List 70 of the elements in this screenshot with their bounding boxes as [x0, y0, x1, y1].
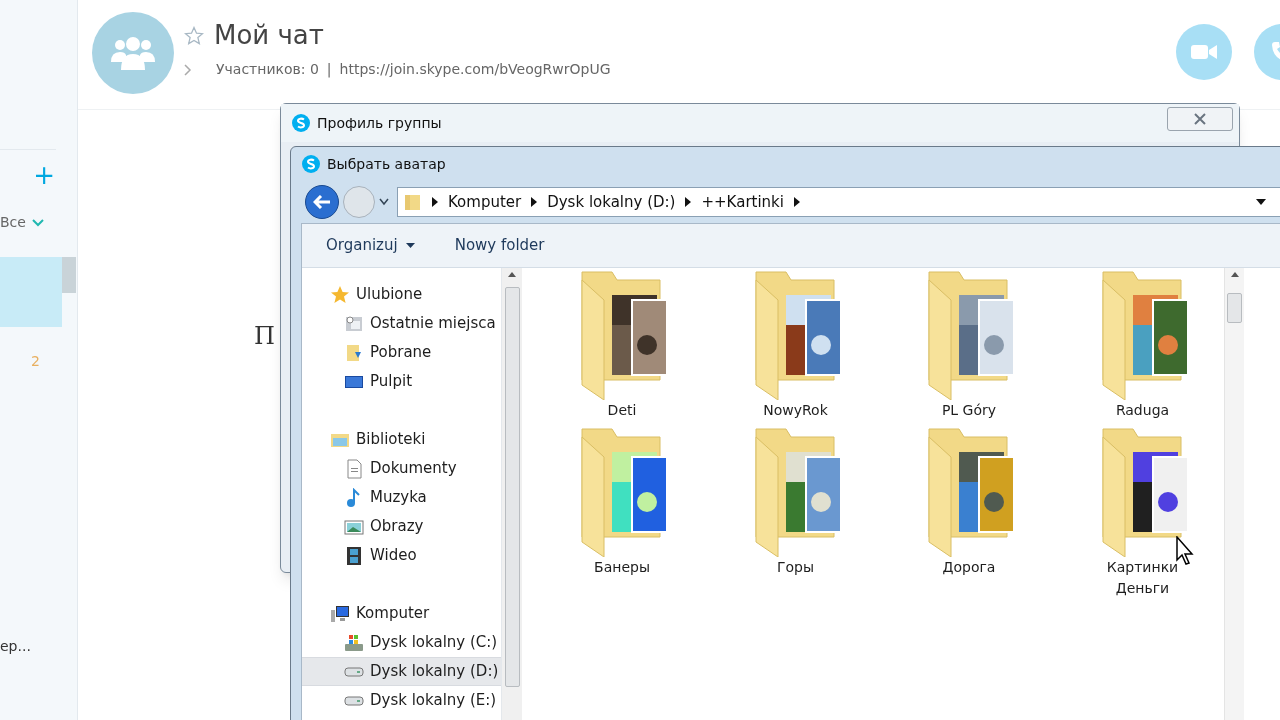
- nav-item[interactable]: Pulpit: [302, 367, 501, 396]
- filter-dropdown[interactable]: Все: [0, 212, 26, 233]
- participant-count: Участников: 0: [216, 60, 319, 79]
- separator: |: [326, 60, 332, 80]
- toolbar-button[interactable]: Organizuj: [326, 234, 415, 257]
- caret-right-icon[interactable]: [685, 197, 692, 208]
- chat-title: Мой чат: [214, 19, 324, 52]
- folder-item[interactable]: Картинки Деньги: [1066, 427, 1219, 599]
- scrollbar-thumb[interactable]: [1227, 293, 1242, 323]
- chevron-down-icon: [31, 218, 44, 227]
- drive-icon: [344, 666, 364, 677]
- star-outline-icon[interactable]: [184, 25, 204, 46]
- folder-item[interactable]: PL Góry: [893, 270, 1045, 421]
- scroll-up-icon[interactable]: [1230, 272, 1239, 277]
- nav-item[interactable]: Muzyka: [302, 483, 501, 512]
- folder-item[interactable]: Deti: [546, 270, 698, 421]
- nav-item[interactable]: Ostatnie miejsca: [302, 309, 501, 338]
- nav-item[interactable]: Biblioteki: [302, 425, 501, 454]
- film-icon: [344, 545, 364, 566]
- folder-item[interactable]: Дорога: [893, 427, 1045, 599]
- scrollbar-thumb[interactable]: [504, 287, 520, 687]
- caret-down-icon: [405, 243, 415, 248]
- recent-places-icon: [344, 313, 364, 334]
- history-dropdown-icon[interactable]: [379, 198, 389, 207]
- skype-logo-icon: [301, 154, 321, 175]
- breadcrumb-item[interactable]: Komputer: [448, 190, 522, 214]
- close-button[interactable]: [1167, 107, 1233, 131]
- close-icon: [1193, 113, 1207, 125]
- nav-item[interactable]: Ulubione: [302, 280, 501, 309]
- caret-down-icon[interactable]: [1256, 199, 1266, 206]
- document-icon: [344, 458, 364, 479]
- back-button[interactable]: [305, 185, 339, 220]
- caret-right-icon[interactable]: [432, 197, 438, 208]
- nav-item[interactable]: Wideo: [302, 541, 501, 570]
- folder-item[interactable]: Горы: [719, 427, 872, 599]
- video-camera-icon: [1191, 43, 1217, 61]
- nav-item[interactable]: Dysk lokalny (D:): [302, 657, 501, 686]
- breadcrumb-item[interactable]: ++Kartinki: [701, 190, 784, 214]
- folder-item[interactable]: Raduga: [1066, 270, 1219, 421]
- download-folder-icon: [344, 342, 364, 363]
- window-title: Выбрать аватар: [327, 154, 446, 174]
- skype-logo-icon: [291, 113, 311, 133]
- chat-body-text: П: [254, 322, 275, 350]
- system-drive-icon: [344, 632, 364, 653]
- nav-item[interactable]: Dysk lokalny (E:): [302, 686, 501, 715]
- toolbar-button[interactable]: Nowy folder: [454, 234, 545, 257]
- nav-item[interactable]: Obrazy: [302, 512, 501, 541]
- arrow-left-icon: [313, 195, 331, 210]
- nav-item[interactable]: Dysk lokalny (C:): [302, 628, 501, 657]
- window-title: Профиль группы: [317, 113, 442, 133]
- drive-icon: [344, 695, 364, 706]
- caret-right-icon[interactable]: [531, 197, 538, 208]
- unread-count: 2: [31, 352, 40, 371]
- scroll-up-icon[interactable]: [508, 272, 516, 277]
- address-bar[interactable]: Komputer Dysk lokalny (D:) ++Kartinki: [397, 187, 1280, 218]
- nav-item[interactable]: Pobrane: [302, 338, 501, 367]
- conversation-preview[interactable]: ер...: [0, 638, 31, 654]
- folder-item[interactable]: Банеры: [546, 427, 698, 599]
- mouse-cursor-icon: [1176, 536, 1196, 566]
- folder-small-icon: [404, 193, 422, 212]
- scrollbar-thumb: [62, 257, 76, 293]
- join-link[interactable]: https://join.skype.com/bVeogRwrOpUG: [339, 59, 611, 80]
- people-icon: [110, 36, 156, 70]
- folder-item[interactable]: NowyRok: [719, 270, 872, 421]
- breadcrumb-item[interactable]: Dysk lokalny (D:): [547, 190, 676, 214]
- caret-right-icon[interactable]: [793, 197, 800, 208]
- nav-item[interactable]: Komputer: [302, 599, 501, 628]
- star-icon: [330, 284, 350, 305]
- computer-icon: [330, 603, 350, 624]
- nav-item[interactable]: Dokumenty: [302, 454, 501, 483]
